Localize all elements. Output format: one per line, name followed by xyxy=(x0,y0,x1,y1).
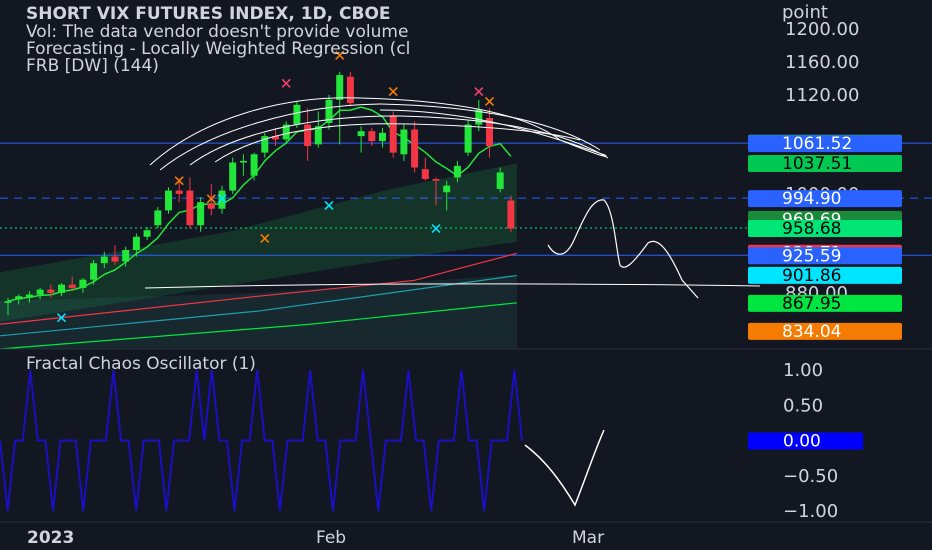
candle-body xyxy=(357,131,365,137)
candle-body xyxy=(122,249,130,262)
price-badge-text: 834.04 xyxy=(782,322,841,342)
candle-body xyxy=(304,124,312,147)
price-tick-label: 1120.00 xyxy=(785,85,859,106)
candle-body xyxy=(68,284,76,288)
price-badge: 958.68 xyxy=(748,219,902,239)
time-tick-label: 2023 xyxy=(27,528,74,548)
candle-body xyxy=(154,210,162,226)
candle-body xyxy=(207,203,215,209)
candle-body xyxy=(58,284,65,293)
candle-body xyxy=(36,289,44,295)
price-badge-text: 867.95 xyxy=(782,294,841,314)
candle-body xyxy=(143,230,151,237)
price-badge-text: 958.68 xyxy=(782,219,841,239)
candle-15 xyxy=(165,187,172,214)
oscillator-value-text: 0.00 xyxy=(783,432,821,452)
candle-body xyxy=(421,169,429,180)
time-tick-label: Mar xyxy=(572,528,604,548)
candle-body xyxy=(336,75,344,100)
candle-body xyxy=(379,132,386,142)
oscillator-tick-label: −0.50 xyxy=(783,466,838,487)
candle-body xyxy=(368,131,376,142)
oscillator-tick-label: 1.00 xyxy=(783,360,823,381)
candle-body xyxy=(197,202,205,226)
price-badge-text: 1037.51 xyxy=(782,154,852,174)
candle-body xyxy=(186,190,194,226)
frb-indicator-label[interactable]: FRB [DW] (144) xyxy=(26,57,754,75)
candle-body xyxy=(111,256,119,262)
candle-body xyxy=(496,172,504,189)
candle-body xyxy=(229,162,237,191)
candle-body xyxy=(314,126,322,145)
candle-36 xyxy=(389,111,397,158)
candle-32 xyxy=(346,71,354,107)
price-badge: 994.90 xyxy=(748,189,902,209)
candle-body xyxy=(90,263,98,280)
oscillator-tick-label: 0.50 xyxy=(783,395,823,416)
price-badge-text: 994.90 xyxy=(782,189,841,209)
candle-body xyxy=(346,76,354,104)
candle-body xyxy=(132,236,140,250)
price-badge: 834.04 xyxy=(748,322,902,342)
oscillator-tick-label: −1.00 xyxy=(783,501,838,522)
candle-body xyxy=(432,179,440,181)
price-axis-unit: point xyxy=(782,2,828,23)
candle-body xyxy=(165,190,172,211)
candle-body xyxy=(4,301,12,303)
candle-47 xyxy=(507,195,515,232)
oscillator-value-badge: 0.00 xyxy=(748,432,863,452)
price-badge: 901.86 xyxy=(748,266,902,286)
candle-body xyxy=(453,165,461,178)
candle-body xyxy=(464,124,472,153)
candle-body xyxy=(293,104,301,125)
candle-body xyxy=(47,289,55,293)
candle-body xyxy=(250,154,258,176)
chart-canvas[interactable]: 1200.001160.001120.001000.00960.00880.00… xyxy=(0,0,932,550)
candle-21 xyxy=(229,157,237,194)
oscillator-title[interactable]: Fractal Chaos Oscillator (1) xyxy=(26,354,256,374)
price-tick-label: 1160.00 xyxy=(785,52,859,73)
volume-note: Vol: The data vendor doesn't provide vol… xyxy=(26,23,409,41)
price-badge: 1037.51 xyxy=(748,154,902,174)
candle-body xyxy=(79,279,87,288)
candle-43 xyxy=(464,119,472,156)
forecast-indicator-label[interactable]: Forecasting - Locally Weighted Regressio… xyxy=(26,40,754,58)
price-badge: 925.59 xyxy=(748,246,902,266)
candle-body xyxy=(175,190,183,194)
candle-body xyxy=(100,256,108,264)
price-badge-text: 901.86 xyxy=(782,266,841,286)
time-tick-label: Feb xyxy=(316,528,346,548)
candle-body xyxy=(411,129,419,168)
candle-body xyxy=(25,294,33,298)
candle-body xyxy=(15,296,23,300)
price-badge-text: 925.59 xyxy=(782,246,841,266)
price-badge: 867.95 xyxy=(748,294,902,314)
candle-body xyxy=(443,185,451,193)
price-badge: 1061.52 xyxy=(748,134,902,154)
candle-body xyxy=(400,129,408,155)
chart-title: SHORT VIX FUTURES INDEX, 1D, CBOE xyxy=(26,5,391,23)
candle-body xyxy=(389,116,397,153)
candle-body xyxy=(507,200,515,229)
price-badge-text: 1061.52 xyxy=(782,134,852,154)
candle-body xyxy=(239,160,247,163)
